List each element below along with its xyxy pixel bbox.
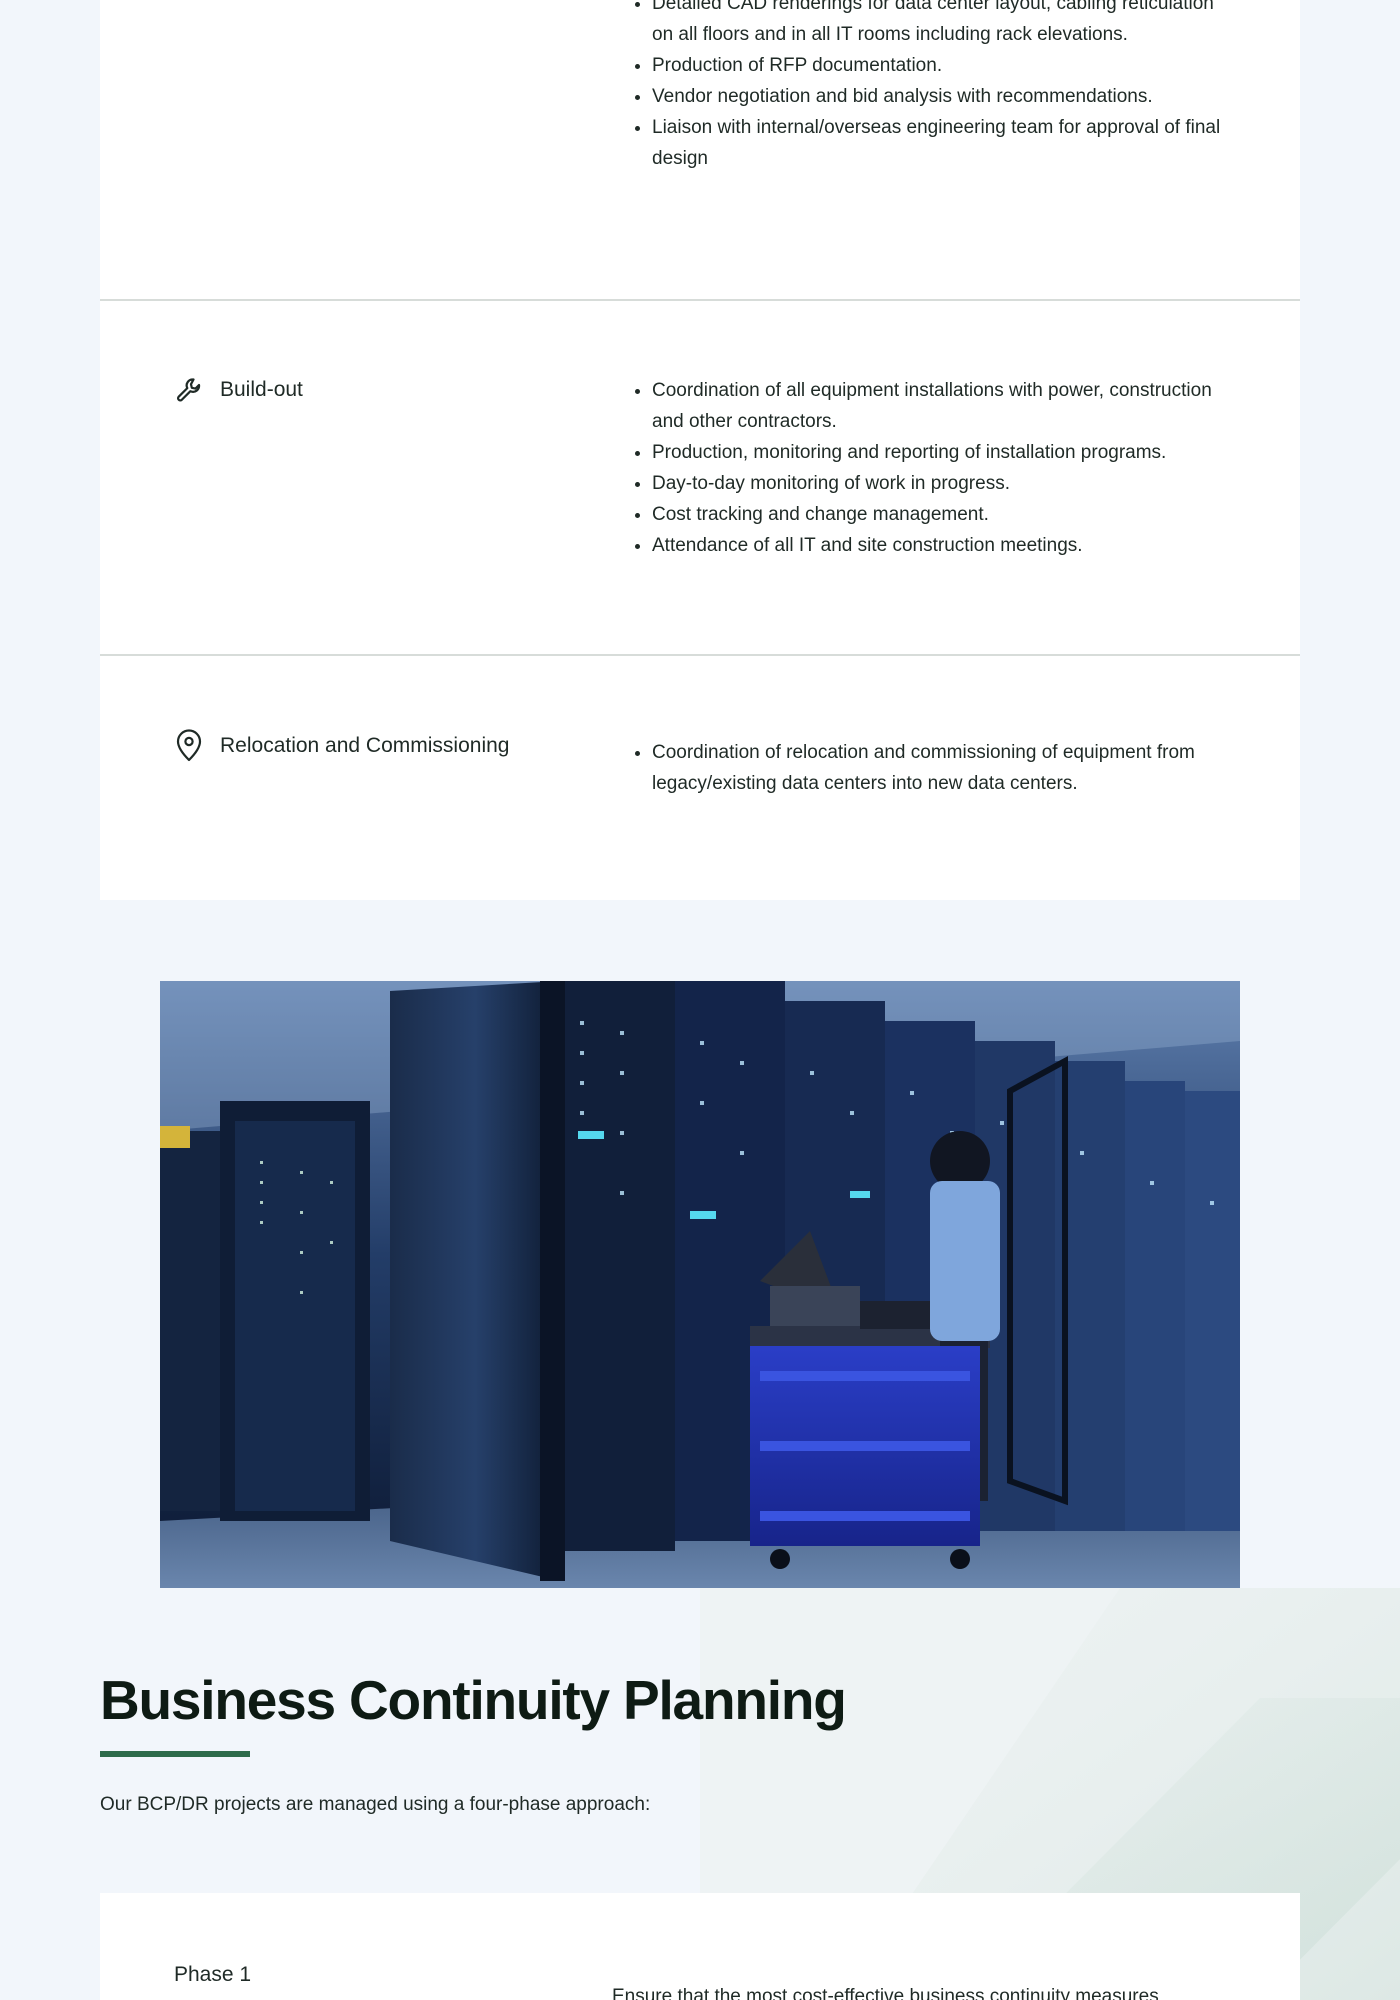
title-underline: [100, 1751, 250, 1757]
bullet-item: Coordination of all equipment installati…: [652, 375, 1232, 437]
wrench-icon: [174, 375, 204, 405]
bullet-item: Liaison with internal/overseas engineeri…: [652, 112, 1232, 174]
data-center-photo: [160, 981, 1240, 1588]
phase-title: Phase 1: [174, 1963, 252, 1986]
service-label-text: Relocation and Commissioning: [220, 734, 510, 757]
section-title: Business Continuity Planning: [100, 1669, 847, 1731]
bullet-item: Detailed CAD renderings for data center …: [652, 0, 1232, 50]
service-row-build-out: Build-out Coordination of all equipment …: [100, 300, 1300, 655]
bullet-item: Day-to-day monitoring of work in progres…: [652, 468, 1232, 499]
bullet-item: Vendor negotiation and bid analysis with…: [652, 81, 1232, 112]
bullet-item: Attendance of all IT and site constructi…: [652, 530, 1232, 561]
bullet-item: Production, monitoring and reporting of …: [652, 437, 1232, 468]
bullet-item: Coordination of relocation and commissio…: [652, 737, 1232, 799]
location-pin-icon: [174, 729, 204, 762]
service-row-design: Detailed CAD renderings for data center …: [100, 0, 1300, 300]
service-label-text: Build-out: [220, 378, 303, 401]
service-label: Build-out: [174, 375, 303, 405]
phase-description: Ensure that the most cost-effective busi…: [612, 1986, 1159, 2000]
service-label: Relocation and Commissioning: [174, 729, 510, 762]
services-card: Detailed CAD renderings for data center …: [100, 0, 1300, 900]
service-bullets: Coordination of relocation and commissio…: [630, 737, 1232, 799]
phase-card: Phase 1 Ensure that the most cost-effect…: [100, 1893, 1300, 2000]
bullet-item: Cost tracking and change management.: [652, 499, 1232, 530]
section-intro: Our BCP/DR projects are managed using a …: [100, 1794, 651, 1815]
service-bullets: Detailed CAD renderings for data center …: [630, 0, 1232, 174]
bullet-item: Production of RFP documentation.: [652, 50, 1232, 81]
service-bullets: Coordination of all equipment installati…: [630, 375, 1232, 561]
service-row-relocation: Relocation and Commissioning Coordinatio…: [100, 655, 1300, 900]
